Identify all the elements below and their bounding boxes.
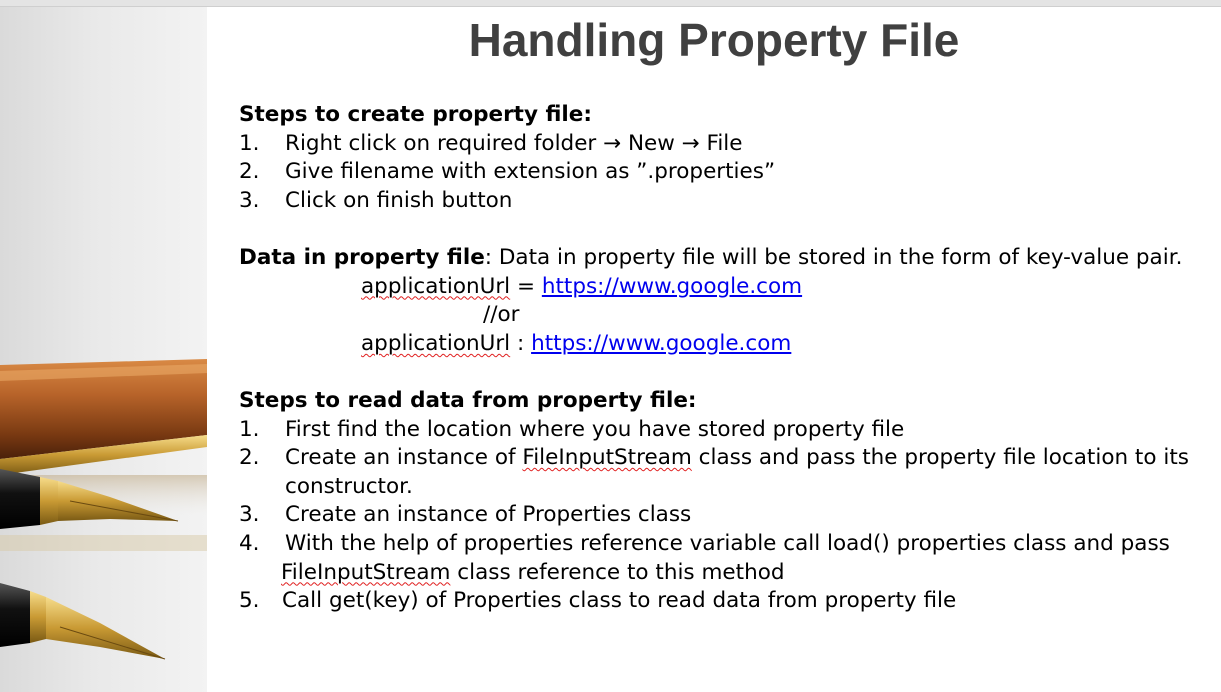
google-url-link[interactable]: https://www.google.com [542,274,802,299]
create-step-2: 2. Give filename with extension as ”.pro… [239,158,1209,187]
decorative-pen-image [0,7,207,692]
data-in-property-file-paragraph: Data in property file: Data in property … [239,244,1209,273]
read-step-4: 4. With the help of properties reference… [239,530,1209,559]
create-step-3: 3. Click on finish button [239,187,1209,216]
read-steps-heading: Steps to read data from property file: [239,387,697,413]
read-step-1: 1. First find the location where you hav… [239,416,1209,445]
pen-illustration [0,359,207,660]
read-step-2-continuation: constructor. [285,473,413,499]
step-text: Call get(key) of Properties class to rea… [282,588,957,614]
data-heading: Data in property file [239,244,485,270]
step-number: 1. [239,416,260,442]
read-step-3: 3. Create an instance of Properties clas… [239,501,1209,530]
example-key: applicationUrl [361,330,511,356]
step-text-part: class reference to this method [450,559,785,585]
class-name: FileInputStream [522,445,692,471]
step-number: 3. [239,187,260,213]
create-step-1: 1. Right click on required folder → New … [239,130,1209,159]
step-text: Right click on required folder → New → F… [285,130,743,156]
step-number: 1. [239,130,260,156]
step-text: Click on finish button [285,187,513,213]
example-separator: : [510,330,532,356]
step-number: 5. [239,588,260,614]
example-key: applicationUrl [361,273,511,299]
step-text-part: Create an instance of [285,445,523,471]
example-separator: = [510,273,542,299]
google-url-link[interactable]: https://www.google.com [531,331,791,356]
step-text: Create an instance of FileInputStream cl… [285,444,1209,473]
step-number: 4. [239,530,260,556]
data-description: : Data in property file will be stored i… [484,244,1183,270]
or-comment: //or [483,302,520,328]
step-number: 2. [239,445,260,471]
read-step-4-continuation: FileInputStream class reference to this … [239,559,1209,588]
example-equals-line: applicationUrl = https://www.google.com [239,273,1209,302]
example-colon-line: applicationUrl : https://www.google.com [239,330,1209,359]
step-number: 3. [239,502,260,528]
step-text: With the help of properties reference va… [285,530,1170,556]
class-name: FileInputStream [281,559,451,585]
step-text: First find the location where you have s… [285,416,905,442]
create-steps-heading: Steps to create property file: [239,102,592,127]
window-top-border [0,0,1221,7]
read-step-2: 2. Create an instance of FileInputStream… [239,444,1209,473]
slide-content: Steps to create property file: 1. Right … [239,101,1209,616]
read-step-5: 5. Call get(key) of Properties class to … [239,587,1209,616]
step-text-part: class and pass the property file locatio… [691,445,1189,471]
step-text: Create an instance of Properties class [285,502,692,528]
slide-title: Handling Property File [468,14,960,66]
step-number: 2. [239,159,260,185]
step-text: Give filename with extension as ”.proper… [285,159,776,185]
